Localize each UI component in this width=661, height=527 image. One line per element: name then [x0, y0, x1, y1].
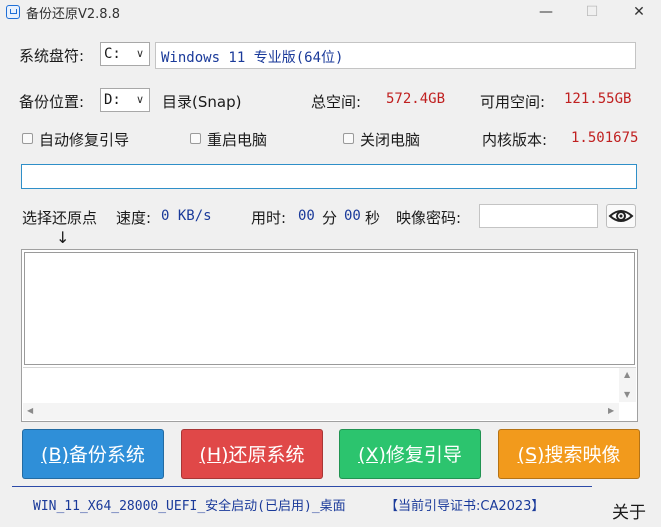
- speed-label: 速度:: [116, 209, 152, 227]
- repair-boot-button[interactable]: (X)修复引导: [339, 429, 481, 479]
- arrow-down-icon: ↓: [56, 228, 70, 247]
- elapsed-minutes: 00: [298, 208, 315, 224]
- backup-drive-select[interactable]: D: ∨: [100, 88, 150, 112]
- restore-point-label: 选择还原点: [22, 209, 98, 227]
- app-icon: [6, 5, 20, 19]
- seconds-unit: 秒: [365, 209, 381, 227]
- repair-button-label: 修复引导: [385, 444, 462, 466]
- search-hotkey: (S): [517, 444, 545, 466]
- footer-divider: [12, 486, 592, 487]
- scroll-right-icon[interactable]: ▶: [608, 406, 614, 415]
- os-info-field[interactable]: Windows 11 专业版(64位): [155, 42, 636, 69]
- close-button[interactable]: ✕: [624, 2, 654, 22]
- vertical-scrollbar[interactable]: ▲ ▼: [619, 368, 636, 402]
- free-space-label: 可用空间:: [480, 93, 546, 111]
- title-bar: 备份还原V2.8.8 — ☐ ✕: [0, 0, 661, 24]
- backup-drive-value: D:: [104, 92, 121, 108]
- os-info-text: Windows 11 专业版(64位): [161, 50, 344, 66]
- restore-hotkey: (H): [199, 444, 229, 466]
- eye-icon: [608, 210, 634, 222]
- system-drive-label: 系统盘符:: [19, 47, 85, 65]
- kernel-version-label: 内核版本:: [482, 131, 548, 149]
- shutdown-pc-label[interactable]: 关闭电脑: [360, 129, 420, 150]
- boot-info-text: WIN_11_X64_28000_UEFI_安全启动(已启用)_桌面: [33, 499, 346, 514]
- backup-hotkey: (B): [41, 444, 69, 466]
- restart-pc-label[interactable]: 重启电脑: [207, 129, 267, 150]
- system-drive-select[interactable]: C: ∨: [100, 42, 150, 66]
- backup-system-button[interactable]: (B)备份系统: [22, 429, 164, 479]
- restart-pc-checkbox[interactable]: [190, 133, 201, 144]
- minutes-unit: 分: [322, 209, 338, 227]
- system-drive-value: C:: [104, 46, 121, 62]
- maximize-button[interactable]: ☐: [577, 2, 607, 22]
- total-space-label: 总空间:: [311, 93, 362, 111]
- scroll-up-icon[interactable]: ▲: [624, 370, 630, 379]
- shutdown-pc-checkbox[interactable]: [343, 133, 354, 144]
- scroll-down-icon[interactable]: ▼: [624, 390, 630, 399]
- minimize-button[interactable]: —: [531, 2, 561, 22]
- about-link[interactable]: 关于: [612, 498, 646, 523]
- progress-bar: [21, 164, 637, 189]
- elapsed-seconds: 00: [344, 208, 361, 224]
- window-title: 备份还原V2.8.8: [26, 7, 120, 22]
- restore-point-list-body[interactable]: [24, 252, 635, 365]
- speed-value: 0 KB/s: [161, 208, 212, 224]
- backup-directory-link[interactable]: 目录(Snap): [162, 91, 241, 112]
- restore-point-list[interactable]: ▲ ▼ ◀ ▶: [21, 249, 638, 422]
- search-image-button[interactable]: (S)搜索映像: [498, 429, 640, 479]
- divider: [23, 367, 636, 368]
- chevron-down-icon: ∨: [135, 47, 144, 60]
- free-space-value: 121.55GB: [564, 91, 632, 107]
- horizontal-scrollbar[interactable]: ◀ ▶: [23, 403, 619, 420]
- backup-location-label: 备份位置:: [19, 93, 85, 111]
- search-button-label: 搜索映像: [544, 444, 621, 466]
- auto-repair-boot-label[interactable]: 自动修复引导: [39, 129, 129, 150]
- restore-system-button[interactable]: (H)还原系统: [181, 429, 323, 479]
- kernel-version-value: 1.501675: [571, 130, 639, 146]
- show-password-button[interactable]: [606, 204, 636, 228]
- restore-button-label: 还原系统: [228, 444, 305, 466]
- image-password-label: 映像密码:: [396, 209, 462, 227]
- chevron-down-icon: ∨: [135, 93, 144, 106]
- scroll-left-icon[interactable]: ◀: [27, 406, 33, 415]
- backup-button-label: 备份系统: [68, 444, 145, 466]
- certificate-text: 【当前引导证书:CA2023】: [385, 499, 545, 514]
- total-space-value: 572.4GB: [386, 91, 446, 107]
- image-password-input[interactable]: [479, 204, 598, 228]
- elapsed-label: 用时:: [251, 209, 287, 227]
- auto-repair-boot-checkbox[interactable]: [22, 133, 33, 144]
- repair-hotkey: (X): [358, 444, 386, 466]
